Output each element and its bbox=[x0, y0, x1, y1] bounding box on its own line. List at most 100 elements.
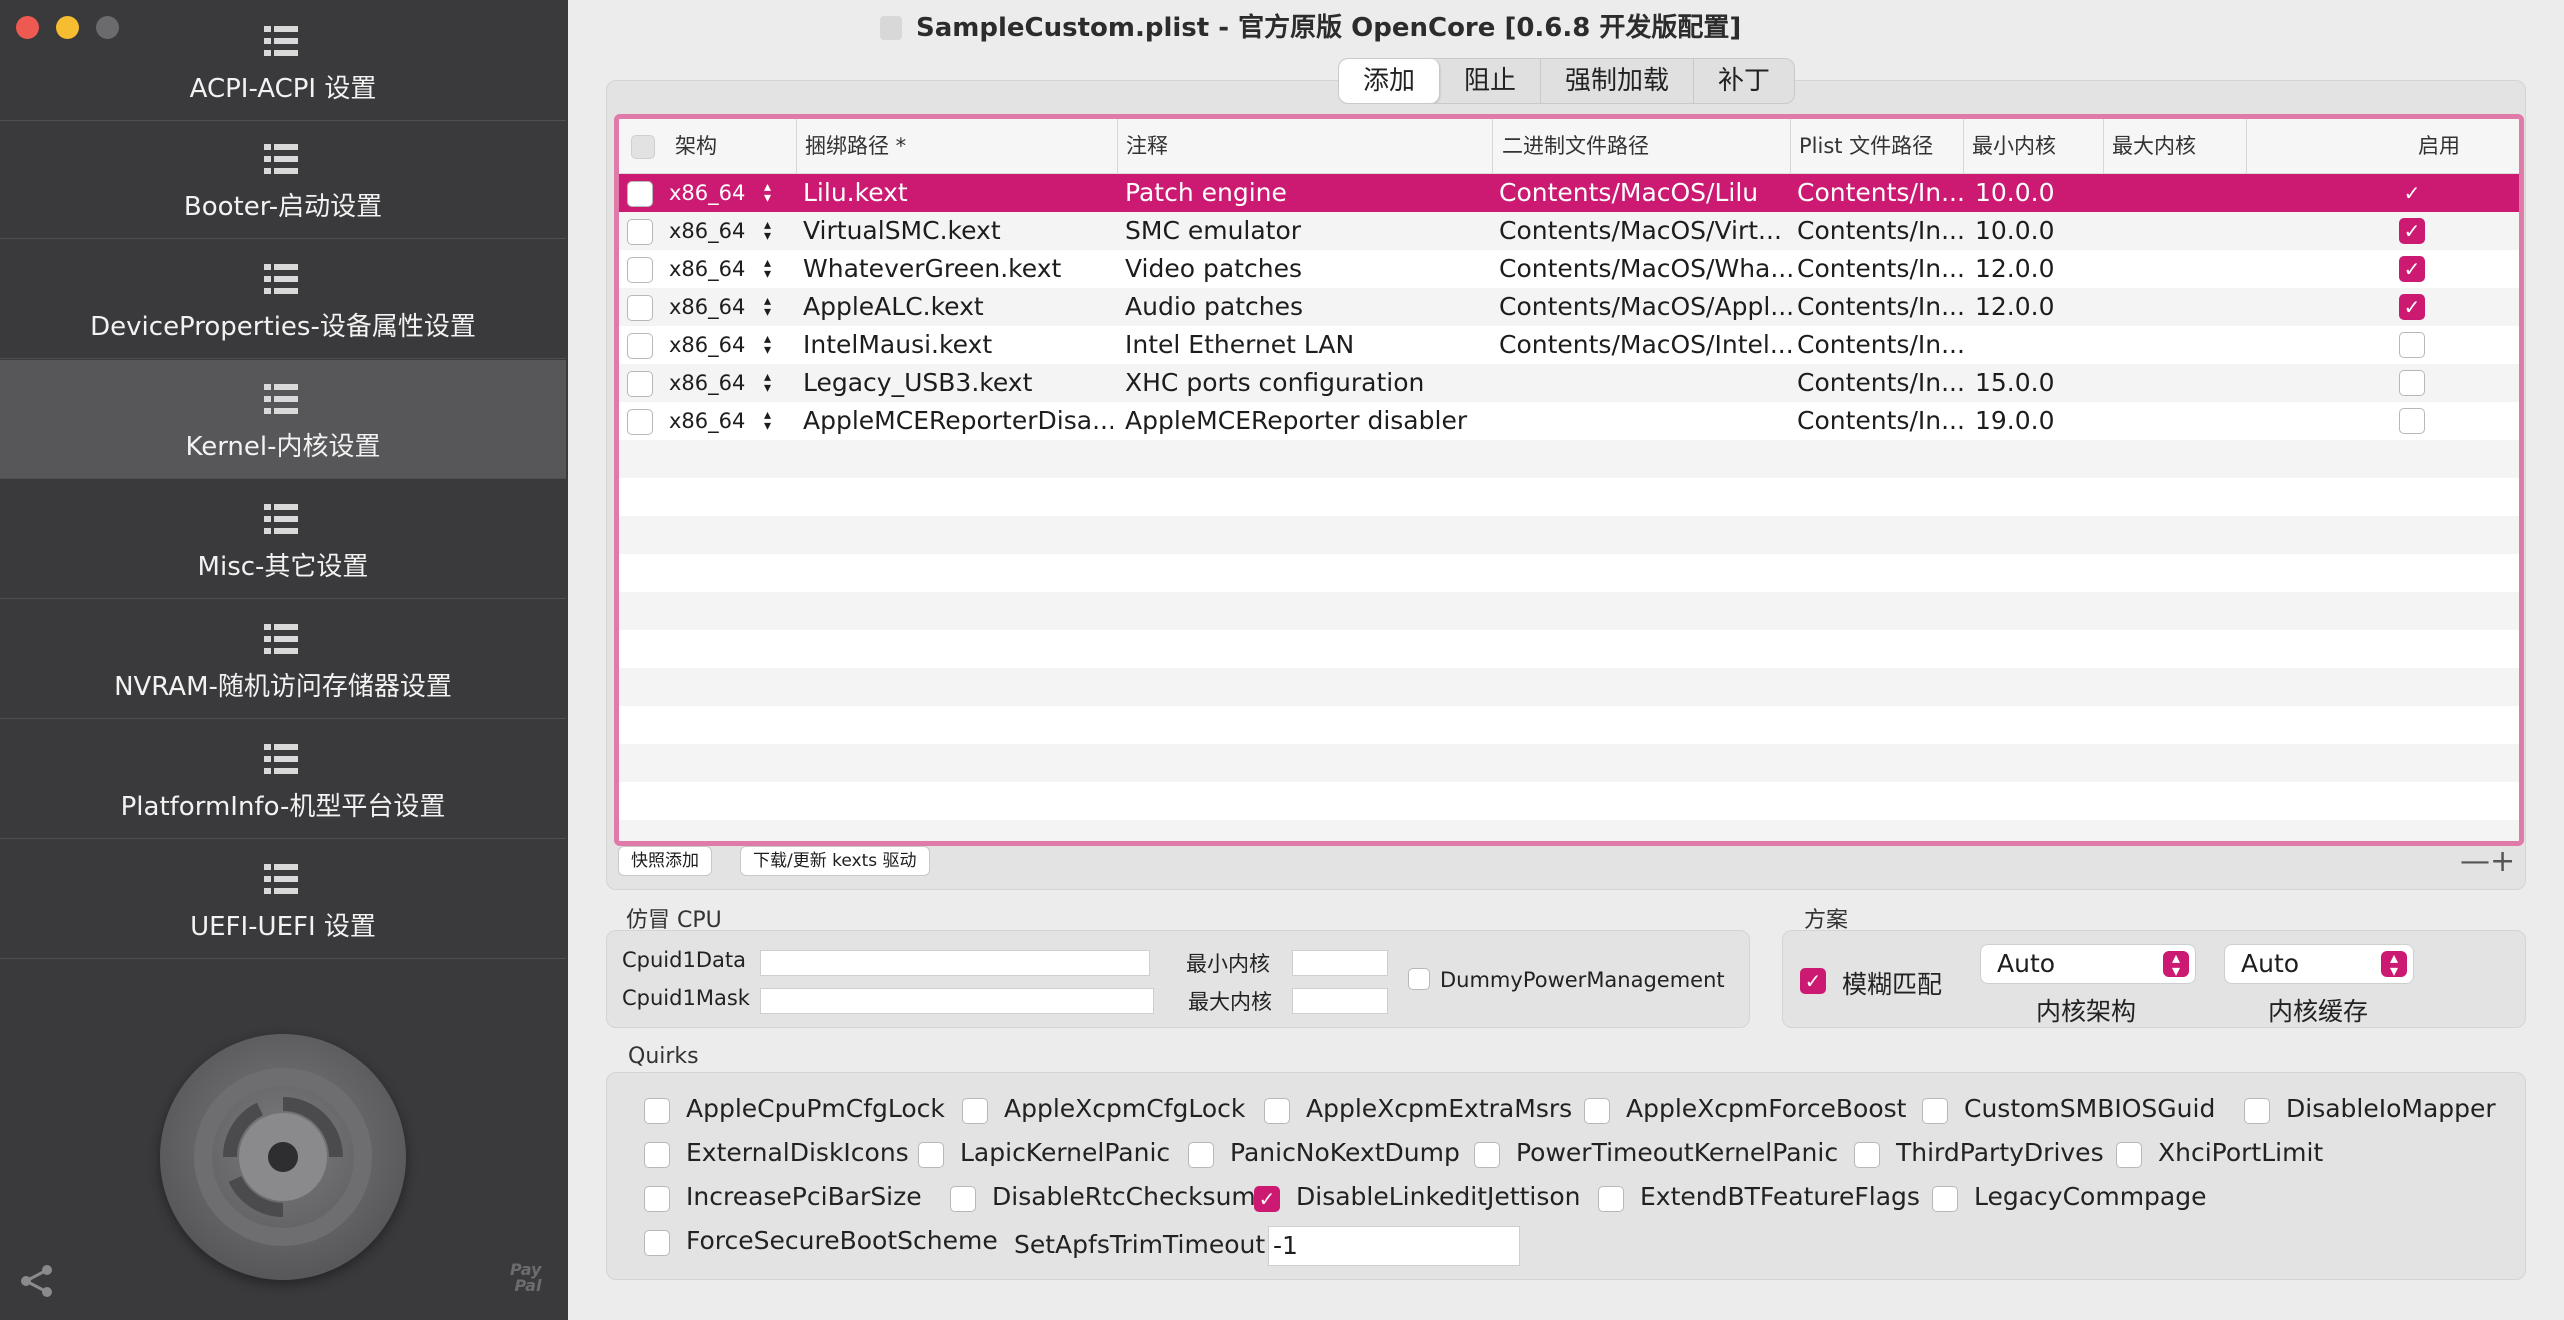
enabled-checkbox[interactable]: ✓ bbox=[2399, 256, 2425, 282]
quirk-checkbox[interactable]: ✓ bbox=[1254, 1186, 1280, 1212]
quirk-checkbox[interactable] bbox=[644, 1186, 670, 1212]
max-kernel-cell[interactable] bbox=[2115, 288, 2249, 326]
comment-cell[interactable]: Audio patches bbox=[1125, 288, 1495, 326]
table-row[interactable]: x86_64 ▴ ▾ VirtualSMC.kext SMC emulator Conte… bbox=[619, 212, 2519, 250]
table-row[interactable]: x86_64 ▴ ▾ Lilu.kext Patch engine Contents/Ma… bbox=[619, 174, 2519, 212]
quirk-checkbox[interactable] bbox=[918, 1142, 944, 1168]
column-header-executable-path[interactable]: 二进制文件路径 bbox=[1494, 119, 1791, 173]
quirk-checkbox[interactable] bbox=[1188, 1142, 1214, 1168]
table-row[interactable]: x86_64 ▴ ▾ AppleMCEReporterDisa... AppleMCER… bbox=[619, 402, 2519, 440]
min-kernel-cell[interactable]: 15.0.0 bbox=[1975, 364, 2109, 402]
sidebar-item-device-properties[interactable]: DeviceProperties-设备属性设置 bbox=[0, 240, 566, 359]
kernel-arch-select[interactable]: Auto ▴ ▾ bbox=[1980, 944, 2196, 984]
sidebar-item-booter[interactable]: Booter-启动设置 bbox=[0, 120, 566, 239]
arch-cell[interactable]: x86_64 bbox=[669, 250, 745, 288]
arch-cell[interactable]: x86_64 bbox=[669, 364, 745, 402]
arch-cell[interactable]: x86_64 bbox=[669, 174, 745, 212]
min-kernel-cell[interactable]: 10.0.0 bbox=[1975, 174, 2109, 212]
column-header-enabled[interactable]: 启用 bbox=[2329, 119, 2519, 173]
row-select-checkbox[interactable] bbox=[627, 409, 653, 435]
plist-path-cell[interactable]: Contents/In... bbox=[1797, 364, 1967, 402]
apfs-trim-timeout-field[interactable]: -1 bbox=[1268, 1226, 1520, 1266]
bundle-path-cell[interactable]: Lilu.kext bbox=[803, 174, 1113, 212]
paypal-icon[interactable]: Pay Pal bbox=[510, 1262, 541, 1294]
column-header-bundle-path[interactable]: 捆绑路径 * bbox=[797, 119, 1118, 173]
plist-path-cell[interactable]: Contents/In... bbox=[1797, 402, 1967, 440]
quirk-checkbox[interactable] bbox=[2244, 1098, 2270, 1124]
bundle-path-cell[interactable]: IntelMausi.kext bbox=[803, 326, 1113, 364]
executable-path-cell[interactable]: Contents/MacOS/Wha... bbox=[1499, 250, 1793, 288]
column-header-min-kernel[interactable]: 最小内核 bbox=[1964, 119, 2104, 173]
executable-path-cell[interactable]: Contents/MacOS/Appl... bbox=[1499, 288, 1793, 326]
bundle-path-cell[interactable]: AppleALC.kext bbox=[803, 288, 1113, 326]
arch-cell[interactable]: x86_64 bbox=[669, 288, 745, 326]
quirk-checkbox[interactable] bbox=[1922, 1098, 1948, 1124]
arch-stepper-icon[interactable]: ▴ ▾ bbox=[764, 402, 771, 440]
max-kernel-cell[interactable] bbox=[2115, 174, 2249, 212]
quirk-checkbox[interactable] bbox=[950, 1186, 976, 1212]
arch-stepper-icon[interactable]: ▴ ▾ bbox=[764, 364, 771, 402]
sidebar-item-uefi[interactable]: UEFI-UEFI 设置 bbox=[0, 840, 566, 959]
table-row[interactable]: x86_64 ▴ ▾ IntelMausi.kext Intel Ethernet LA… bbox=[619, 326, 2519, 364]
quirk-checkbox[interactable] bbox=[1854, 1142, 1880, 1168]
arch-stepper-icon[interactable]: ▴ ▾ bbox=[764, 288, 771, 326]
comment-cell[interactable]: XHC ports configuration bbox=[1125, 364, 1495, 402]
quirk-checkbox[interactable] bbox=[644, 1142, 670, 1168]
arch-cell[interactable]: x86_64 bbox=[669, 212, 745, 250]
quirk-checkbox[interactable] bbox=[644, 1098, 670, 1124]
column-header-comment[interactable]: 注释 bbox=[1118, 119, 1493, 173]
tab-1[interactable]: 阻止 bbox=[1440, 59, 1542, 103]
enabled-checkbox[interactable]: ✓ bbox=[2399, 218, 2425, 244]
max-kernel-cell[interactable] bbox=[2115, 250, 2249, 288]
max-kernel-cell[interactable] bbox=[2115, 364, 2249, 402]
table-row[interactable]: x86_64 ▴ ▾ Legacy_USB3.kext XHC ports config… bbox=[619, 364, 2519, 402]
quirk-checkbox[interactable] bbox=[1932, 1186, 1958, 1212]
executable-path-cell[interactable]: Contents/MacOS/Virt... bbox=[1499, 212, 1793, 250]
tab-0[interactable]: 添加 bbox=[1339, 59, 1441, 103]
bundle-path-cell[interactable]: WhateverGreen.kext bbox=[803, 250, 1113, 288]
quirk-checkbox[interactable] bbox=[1598, 1186, 1624, 1212]
executable-path-cell[interactable]: Contents/MacOS/Intel... bbox=[1499, 326, 1793, 364]
kernel-cache-select[interactable]: Auto ▴ ▾ bbox=[2224, 944, 2414, 984]
sidebar-item-misc[interactable]: Misc-其它设置 bbox=[0, 480, 566, 599]
row-select-checkbox[interactable] bbox=[627, 295, 653, 321]
quick-add-button[interactable]: 快照添加 bbox=[618, 846, 712, 876]
fuzzy-match-checkbox[interactable]: ✓ bbox=[1800, 968, 1826, 994]
dummy-power-management-checkbox[interactable] bbox=[1408, 968, 1430, 990]
select-all-checkbox[interactable] bbox=[631, 135, 655, 159]
enabled-checkbox[interactable] bbox=[2399, 408, 2425, 434]
min-kernel-cell[interactable]: 19.0.0 bbox=[1975, 402, 2109, 440]
table-row[interactable]: x86_64 ▴ ▾ WhateverGreen.kext Video patches C… bbox=[619, 250, 2519, 288]
arch-stepper-icon[interactable]: ▴ ▾ bbox=[764, 174, 771, 212]
row-select-checkbox[interactable] bbox=[627, 257, 653, 283]
column-header-plist-path[interactable]: Plist 文件路径 bbox=[1791, 119, 1964, 173]
arch-stepper-icon[interactable]: ▴ ▾ bbox=[764, 326, 771, 364]
quirk-checkbox[interactable] bbox=[644, 1230, 670, 1256]
comment-cell[interactable]: Intel Ethernet LAN bbox=[1125, 326, 1495, 364]
max-kernel-cell[interactable] bbox=[2115, 212, 2249, 250]
quirk-checkbox[interactable] bbox=[1474, 1142, 1500, 1168]
arch-cell[interactable]: x86_64 bbox=[669, 326, 745, 364]
max-kernel-cell[interactable] bbox=[2115, 326, 2249, 364]
remove-add-row-buttons[interactable]: —+ bbox=[2460, 844, 2515, 879]
row-select-checkbox[interactable] bbox=[627, 219, 653, 245]
row-select-checkbox[interactable] bbox=[627, 181, 653, 207]
enabled-checkbox[interactable] bbox=[2399, 332, 2425, 358]
executable-path-cell[interactable] bbox=[1499, 402, 1793, 440]
plist-path-cell[interactable]: Contents/In... bbox=[1797, 288, 1967, 326]
min-kernel-cell[interactable]: 10.0.0 bbox=[1975, 212, 2109, 250]
sidebar-item-platform-info[interactable]: PlatformInfo-机型平台设置 bbox=[0, 720, 566, 839]
quirk-checkbox[interactable] bbox=[1264, 1098, 1290, 1124]
plist-path-cell[interactable]: Contents/In... bbox=[1797, 250, 1967, 288]
cpuid1mask-field[interactable] bbox=[760, 988, 1154, 1014]
row-select-checkbox[interactable] bbox=[627, 371, 653, 397]
bundle-path-cell[interactable]: VirtualSMC.kext bbox=[803, 212, 1113, 250]
plist-path-cell[interactable]: Contents/In... bbox=[1797, 174, 1967, 212]
sidebar-item-nvram[interactable]: NVRAM-随机访问存储器设置 bbox=[0, 600, 566, 719]
comment-cell[interactable]: AppleMCEReporter disabler bbox=[1125, 402, 1495, 440]
min-kernel-cell[interactable]: 12.0.0 bbox=[1975, 250, 2109, 288]
bundle-path-cell[interactable]: Legacy_USB3.kext bbox=[803, 364, 1113, 402]
tab-2[interactable]: 强制加载 bbox=[1541, 59, 1695, 103]
column-header-arch[interactable]: 架构 bbox=[667, 119, 797, 173]
comment-cell[interactable]: SMC emulator bbox=[1125, 212, 1495, 250]
